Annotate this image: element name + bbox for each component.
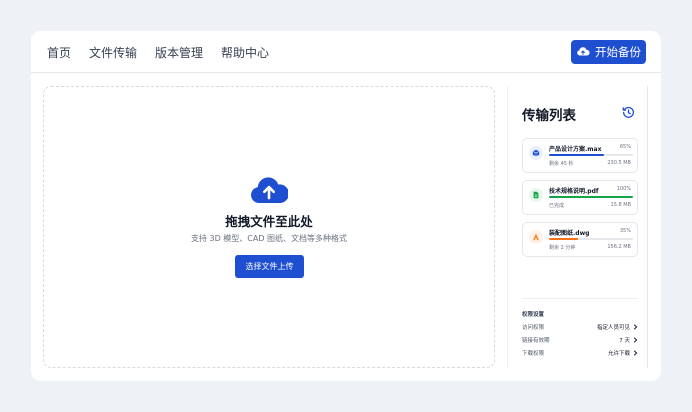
nav-home[interactable]: 首页 xyxy=(47,44,71,61)
progress-fill xyxy=(549,196,633,198)
cube-icon xyxy=(529,146,543,160)
transfer-list-title: 传输列表 xyxy=(522,108,576,124)
divider xyxy=(522,298,638,299)
chevron-right-icon xyxy=(633,350,638,356)
start-backup-label: 开始备份 xyxy=(595,45,641,59)
file-status: 剩余 2 分钟 xyxy=(549,245,576,251)
permission-expiry-row[interactable]: 链接有效期 7 天 xyxy=(522,336,638,346)
nav-help-center[interactable]: 帮助中心 xyxy=(221,44,269,61)
transfer-panel: 传输列表 产品设计方案.max 65% 剩余 45 秒 230.5 MB 技术规… xyxy=(507,86,648,368)
chevron-right-icon xyxy=(633,324,638,330)
file-size: 15.8 MB xyxy=(610,202,631,208)
permission-label: 下载权限 xyxy=(522,351,545,357)
document-icon xyxy=(529,188,543,202)
progress-fill xyxy=(549,154,604,156)
permission-download-row[interactable]: 下载权限 允许下载 xyxy=(522,349,638,359)
cloud-upload-icon xyxy=(577,47,590,56)
file-name: 装配图纸.dwg xyxy=(549,230,590,237)
progress-bar xyxy=(549,196,633,198)
transfer-item[interactable]: 产品设计方案.max 65% 剩余 45 秒 230.5 MB xyxy=(522,138,638,173)
file-status: 已完成 xyxy=(549,203,565,209)
file-percent: 65% xyxy=(619,144,631,150)
permission-label: 访问权限 xyxy=(522,325,545,331)
chevron-right-icon xyxy=(633,337,638,343)
transfer-item[interactable]: 技术规格说明.pdf 100% 已完成 15.8 MB xyxy=(522,180,638,215)
file-dropzone[interactable]: 拖拽文件至此处 支持 3D 模型、CAD 图纸、文档等多种格式 选择文件上传 xyxy=(43,86,495,368)
file-size: 156.2 MB xyxy=(607,244,631,250)
file-size: 230.5 MB xyxy=(607,160,631,166)
select-file-upload-button[interactable]: 选择文件上传 xyxy=(235,255,304,278)
history-icon[interactable] xyxy=(622,106,635,119)
top-navigation-bar: 首页 文件传输 版本管理 帮助中心 开始备份 xyxy=(31,31,661,73)
app-window: 首页 文件传输 版本管理 帮助中心 开始备份 拖拽文件至此处 支持 3D 模型、… xyxy=(31,31,661,381)
dropzone-title: 拖拽文件至此处 xyxy=(225,214,313,229)
progress-fill xyxy=(549,238,579,240)
drafting-icon xyxy=(529,230,543,244)
cloud-upload-icon xyxy=(251,177,288,203)
file-percent: 35% xyxy=(619,228,631,234)
file-status: 剩余 45 秒 xyxy=(549,161,574,167)
start-backup-button[interactable]: 开始备份 xyxy=(571,40,646,64)
nav-file-transfer[interactable]: 文件传输 xyxy=(89,44,137,61)
permission-value: 指定人员可见 xyxy=(596,325,630,331)
permission-access-row[interactable]: 访问权限 指定人员可见 xyxy=(522,323,638,333)
permission-settings-title: 权限设置 xyxy=(522,312,545,318)
file-percent: 100% xyxy=(616,186,631,192)
dropzone-subtitle: 支持 3D 模型、CAD 图纸、文档等多种格式 xyxy=(190,234,348,243)
nav-version-management[interactable]: 版本管理 xyxy=(155,44,203,61)
permission-label: 链接有效期 xyxy=(522,338,550,344)
permission-value: 允许下载 xyxy=(607,351,630,357)
progress-bar xyxy=(549,154,633,156)
file-name: 产品设计方案.max xyxy=(549,146,602,153)
main-nav: 首页 文件传输 版本管理 帮助中心 xyxy=(47,31,269,73)
file-name: 技术规格说明.pdf xyxy=(549,188,599,195)
progress-bar xyxy=(549,238,633,240)
transfer-item[interactable]: 装配图纸.dwg 35% 剩余 2 分钟 156.2 MB xyxy=(522,222,638,257)
permission-value: 7 天 xyxy=(619,338,630,344)
